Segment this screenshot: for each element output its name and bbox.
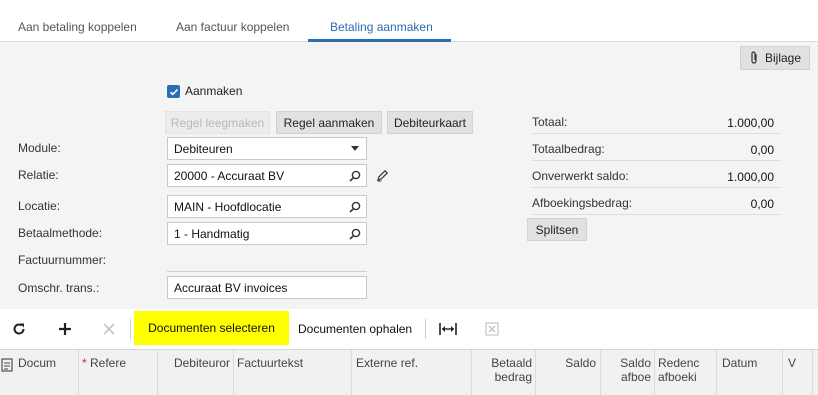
- export-excel-icon[interactable]: [482, 319, 502, 339]
- delete-icon[interactable]: [99, 319, 119, 339]
- column-header-reason-write-off[interactable]: Redenc afboeki: [658, 356, 706, 384]
- divider: [532, 214, 781, 215]
- column-divider: [351, 350, 352, 395]
- relation-label: Relatie:: [18, 168, 59, 182]
- tab-create-payment[interactable]: Betaling aanmaken: [330, 20, 433, 34]
- tab-link-to-payment[interactable]: Aan betaling koppelen: [18, 20, 137, 34]
- grid-header: Docum * Refere Debiteuror Factuurtekst E…: [0, 349, 818, 395]
- search-icon[interactable]: [344, 170, 366, 182]
- tab-link-to-invoice[interactable]: Aan factuur koppelen: [176, 20, 289, 34]
- column-header-v[interactable]: V: [788, 356, 808, 370]
- split-button[interactable]: Splitsen: [527, 218, 587, 241]
- column-header-balance[interactable]: Saldo: [538, 356, 596, 370]
- divider: [532, 187, 781, 188]
- column-divider: [471, 350, 472, 395]
- total-amount-value: 0,00: [750, 143, 774, 157]
- module-value: Debiteuren: [174, 141, 233, 156]
- column-divider: [78, 350, 79, 395]
- tab-bar: Aan betaling koppelen Aan factuur koppel…: [0, 0, 818, 42]
- notes-icon[interactable]: [1, 358, 13, 375]
- column-divider: [157, 350, 158, 395]
- column-divider: [654, 350, 655, 395]
- description-field[interactable]: Accuraat BV invoices: [167, 276, 367, 299]
- total-value: 1.000,00: [727, 116, 774, 130]
- location-field[interactable]: MAIN - Hoofdlocatie: [167, 195, 367, 218]
- unprocessed-balance-label: Onverwerkt saldo:: [532, 169, 629, 183]
- column-divider: [812, 350, 813, 395]
- payment-method-label: Betaalmethode:: [18, 226, 103, 240]
- add-icon[interactable]: [55, 319, 75, 339]
- clear-rule-button[interactable]: Regel leegmaken: [165, 111, 270, 134]
- description-label: Omschr. trans.:: [18, 281, 100, 295]
- toolbar-divider: [425, 319, 426, 339]
- attachment-button-label: Bijlage: [764, 51, 802, 65]
- total-label: Totaal:: [532, 115, 568, 129]
- column-divider: [716, 350, 717, 395]
- column-header-balance-write-off-line2: afboe: [620, 370, 651, 384]
- column-header-reason-write-off-line1: Redenc: [658, 356, 700, 370]
- invoice-number-label: Factuurnummer:: [18, 253, 107, 267]
- payment-method-field[interactable]: 1 - Handmatig: [167, 222, 367, 245]
- location-label: Locatie:: [18, 199, 61, 213]
- search-icon[interactable]: [344, 201, 366, 213]
- divider: [532, 133, 781, 134]
- module-label: Module:: [18, 141, 61, 155]
- create-checkbox[interactable]: [167, 85, 180, 98]
- divider: [532, 160, 781, 161]
- debtor-card-button[interactable]: Debiteurkaart: [387, 111, 473, 134]
- invoice-number-underline: [167, 271, 367, 272]
- column-header-paid-amount[interactable]: Betaald bedrag: [474, 356, 532, 384]
- refresh-icon[interactable]: [9, 319, 29, 339]
- write-off-amount-label: Afboekingsbedrag:: [532, 196, 633, 210]
- create-rule-button[interactable]: Regel aanmaken: [276, 111, 382, 134]
- column-header-date[interactable]: Datum: [722, 356, 777, 370]
- toolbar-divider: [130, 319, 131, 339]
- fetch-documents-button[interactable]: Documenten ophalen: [298, 322, 412, 336]
- column-header-balance-write-off-line1: Saldo: [620, 356, 651, 370]
- checkmark-icon: [169, 88, 178, 96]
- column-header-paid-amount-line1: Betaald: [491, 356, 532, 370]
- column-header-paid-amount-line2: bedrag: [494, 370, 532, 384]
- column-header-balance-write-off[interactable]: Saldo afboe: [603, 356, 651, 384]
- attachment-button[interactable]: Bijlage: [740, 46, 810, 70]
- total-amount-label: Totaalbedrag:: [532, 142, 605, 156]
- chevron-down-icon[interactable]: [344, 146, 366, 151]
- grid-toolbar: Documenten selecteren Documenten ophalen: [0, 309, 818, 349]
- column-header-debtor[interactable]: Debiteuror: [160, 356, 230, 370]
- search-icon[interactable]: [344, 228, 366, 240]
- relation-value: 20000 - Accuraat BV: [174, 168, 285, 183]
- column-divider: [782, 350, 783, 395]
- relation-field[interactable]: 20000 - Accuraat BV: [167, 164, 367, 187]
- location-value: MAIN - Hoofdlocatie: [174, 199, 282, 214]
- paperclip-icon: [749, 51, 759, 65]
- column-divider: [233, 350, 234, 395]
- create-checkbox-label: Aanmaken: [185, 84, 243, 98]
- column-header-external-ref[interactable]: Externe ref.: [356, 356, 466, 370]
- fit-columns-icon[interactable]: [438, 319, 458, 339]
- description-value: Accuraat BV invoices: [174, 280, 288, 295]
- column-header-reference[interactable]: Refere: [90, 356, 154, 370]
- column-header-reason-write-off-line2: afboeki: [658, 370, 697, 384]
- select-documents-button[interactable]: Documenten selecteren: [134, 311, 289, 345]
- column-header-invoice-text[interactable]: Factuurtekst: [237, 356, 347, 370]
- unprocessed-balance-value: 1.000,00: [727, 170, 774, 184]
- module-select[interactable]: Debiteuren: [167, 137, 367, 160]
- column-header-document[interactable]: Docum: [18, 356, 74, 370]
- column-divider: [535, 350, 536, 395]
- write-off-amount-value: 0,00: [750, 197, 774, 211]
- payment-method-value: 1 - Handmatig: [174, 226, 250, 241]
- edit-pencil-icon[interactable]: [376, 169, 389, 185]
- column-divider: [600, 350, 601, 395]
